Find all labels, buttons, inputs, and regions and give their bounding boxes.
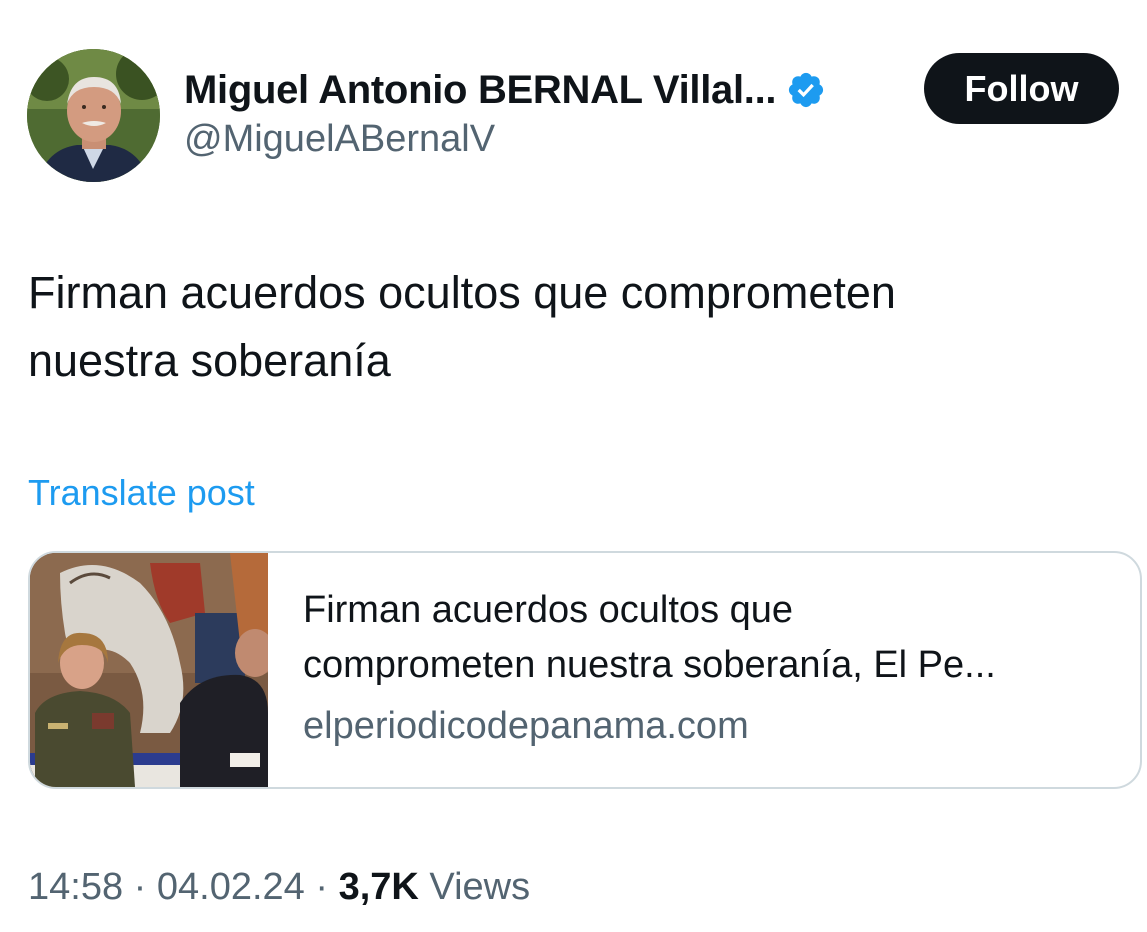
- article-thumbnail: [30, 553, 268, 787]
- link-card-title-line: comprometen nuestra soberanía, El Pe...: [303, 644, 996, 686]
- meta-separator: ·: [304, 866, 339, 908]
- link-card-title-line: Firman acuerdos ocultos que: [303, 589, 794, 631]
- author-name-row[interactable]: Miguel Antonio BERNAL Villal...: [184, 64, 826, 116]
- meta-separator: ·: [123, 866, 157, 908]
- avatar-image: [27, 49, 160, 182]
- follow-button[interactable]: Follow: [924, 53, 1119, 124]
- tweet-text: Firman acuerdos ocultos que comprometen …: [28, 259, 1118, 395]
- post-date[interactable]: 04.02.24: [157, 866, 305, 908]
- translate-post-link[interactable]: Translate post: [28, 472, 255, 514]
- author-handle[interactable]: @MiguelABernalV: [184, 118, 495, 161]
- link-card-body: Firman acuerdos ocultos que comprometen …: [303, 583, 1123, 748]
- views-count: 3,7K: [338, 866, 419, 908]
- author-display-name[interactable]: Miguel Antonio BERNAL Villal...: [184, 68, 777, 113]
- post-time[interactable]: 14:58: [28, 866, 123, 908]
- tweet-text-line: Firman acuerdos ocultos que comprometen: [28, 267, 896, 318]
- profile-avatar[interactable]: [27, 49, 160, 182]
- link-preview-card[interactable]: Firman acuerdos ocultos que comprometen …: [28, 551, 1142, 789]
- tweet-text-line: nuestra soberanía: [28, 335, 391, 386]
- link-card-domain: elperiodicodepanama.com: [303, 705, 749, 747]
- views-label: Views: [429, 866, 531, 908]
- tweet-meta: 14:58 · 04.02.24 · 3,7K Views: [28, 866, 530, 909]
- tweet: Miguel Antonio BERNAL Villal... @MiguelA…: [0, 0, 1147, 932]
- verified-badge-icon: [786, 70, 826, 110]
